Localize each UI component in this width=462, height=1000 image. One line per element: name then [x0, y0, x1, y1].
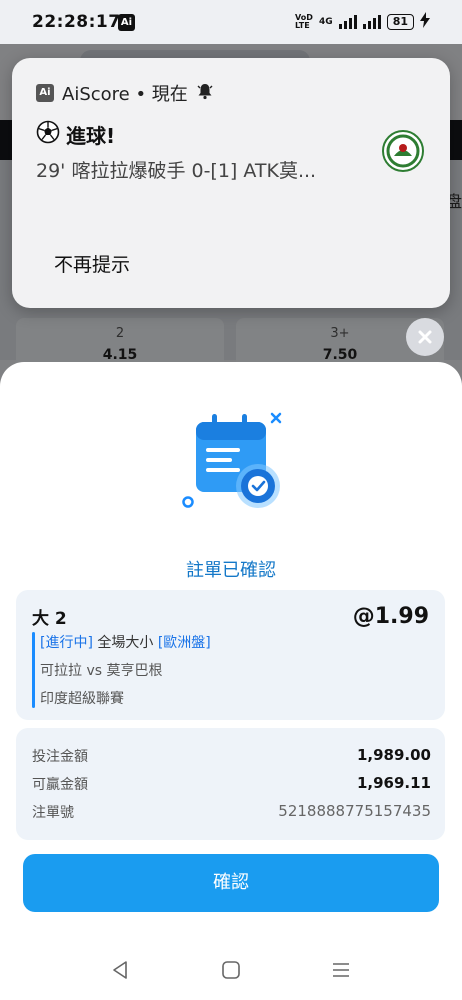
- ticket-number-row: 注單號 5218888775157435: [32, 802, 431, 822]
- notification-app-line: AiScore • 現在: [62, 84, 188, 105]
- signal-4g-label: 4G: [319, 16, 333, 27]
- stake-value: 1,989.00: [356, 746, 431, 764]
- potential-win-label: 可贏金額: [32, 777, 88, 793]
- notification-title: 進球!: [66, 124, 116, 148]
- menu-lines-icon: [333, 963, 349, 977]
- bet-confirmed-illustration-icon: [180, 410, 290, 515]
- notification-body: 29' 喀拉拉爆破手 0-[1] ATK莫...: [36, 160, 317, 182]
- bet-match: 可拉拉 vs 莫亨巴根: [40, 663, 163, 679]
- ticket-number-value: 5218888775157435: [278, 802, 431, 820]
- back-nav-button[interactable]: [108, 958, 132, 982]
- bell-icon: [196, 82, 214, 105]
- bet-odds: @1.99: [352, 604, 429, 629]
- status-time: 22:28:17: [32, 12, 121, 32]
- goal-notification[interactable]: Ai AiScore • 現在 進球! 29' 喀拉拉爆破手 0-[1] ATK…: [12, 58, 450, 308]
- bet-confirmation-sheet: 註單已確認 大 2 @1.99 [進行中] 全場大小 [歐洲盤] 可拉拉 vs …: [0, 362, 462, 1000]
- status-bar: 22:28:17 Ai VoD LTE 4G 81: [0, 0, 462, 44]
- network-label: VoD LTE: [295, 12, 313, 30]
- menu-nav-button[interactable]: [329, 958, 353, 982]
- notification-title-row: 進球!: [36, 120, 115, 149]
- ai-app-badge: Ai: [118, 14, 135, 31]
- sheet-title: 註單已確認: [186, 560, 276, 581]
- signal-icon: [338, 14, 357, 29]
- dont-remind-button[interactable]: 不再提示: [54, 250, 130, 277]
- odds-type-tag: [歐洲盤]: [157, 635, 211, 651]
- potential-win-value: 1,969.11: [356, 774, 431, 792]
- stake-row: 投注金額 1,989.00: [32, 746, 431, 766]
- soccer-ball-icon: [36, 120, 60, 149]
- status-indicators: VoD LTE 4G 81: [295, 12, 430, 31]
- bet-market: 全場大小: [92, 635, 158, 651]
- system-nav-bar: [0, 944, 462, 1000]
- home-nav-button[interactable]: [219, 958, 243, 982]
- potential-win-row: 可贏金額 1,969.11: [32, 774, 431, 794]
- home-square-icon: [222, 961, 240, 979]
- signal-icon: [362, 14, 381, 29]
- aiscore-app-icon: Ai: [36, 84, 54, 102]
- stake-label: 投注金額: [32, 749, 88, 765]
- charging-icon: [420, 12, 430, 31]
- battery-indicator: 81: [386, 13, 414, 30]
- close-button[interactable]: [406, 318, 444, 356]
- bet-market-line: [進行中] 全場大小 [歐洲盤]: [40, 632, 211, 652]
- bet-summary-card: 投注金額 1,989.00 可贏金額 1,969.11 注單號 52188887…: [16, 728, 445, 840]
- confirm-button[interactable]: 確認: [23, 854, 439, 912]
- close-icon: [418, 330, 432, 344]
- notification-app-row: Ai AiScore • 現在: [36, 80, 214, 106]
- back-triangle-icon: [113, 961, 127, 979]
- bet-details-card: 大 2 @1.99 [進行中] 全場大小 [歐洲盤] 可拉拉 vs 莫亨巴根 印…: [16, 590, 445, 720]
- bet-league: 印度超級聯賽: [40, 691, 124, 707]
- ticket-number-label: 注單號: [32, 805, 74, 821]
- bet-accent-bar: [32, 632, 35, 708]
- team-logo-icon: [382, 130, 424, 172]
- bet-selection: 大 2: [32, 609, 67, 629]
- live-status-tag: [進行中]: [40, 635, 93, 651]
